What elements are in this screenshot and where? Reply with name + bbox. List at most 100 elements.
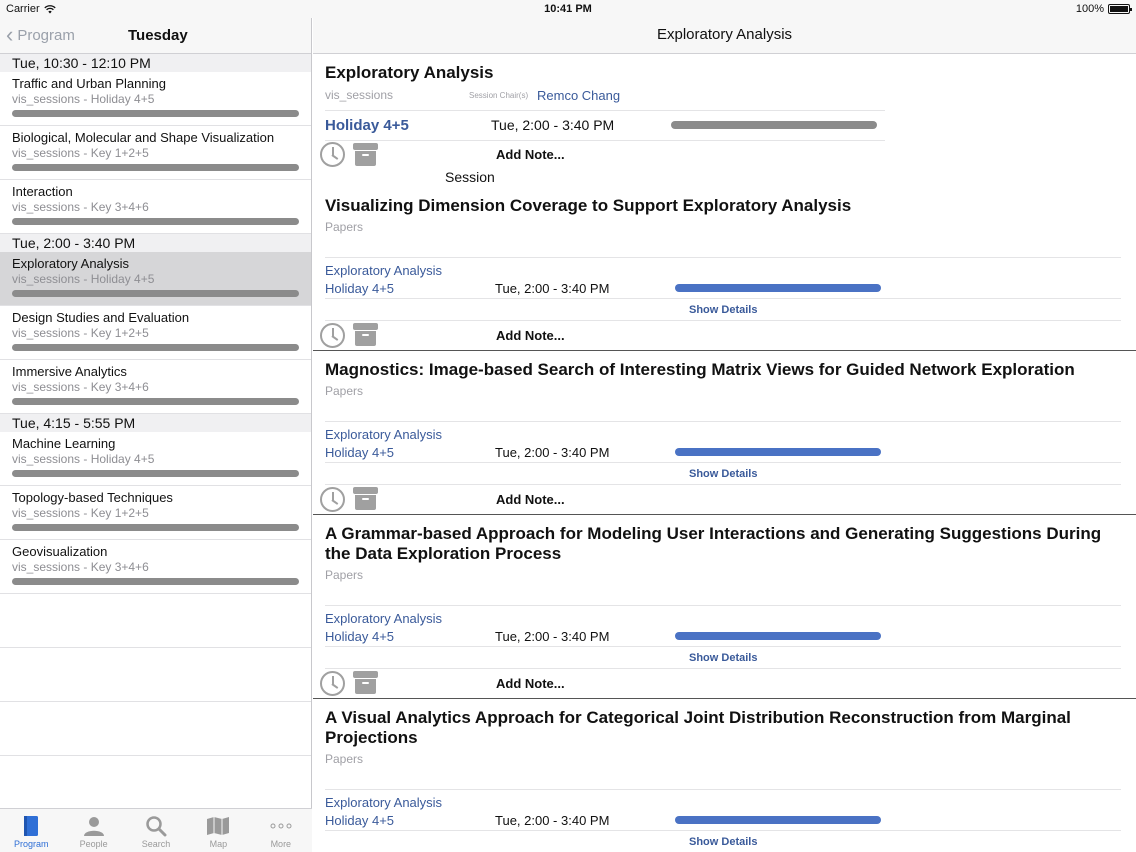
- divider: [325, 257, 1121, 258]
- paper-type: Papers: [325, 752, 364, 766]
- add-note-button[interactable]: Add Note...: [496, 676, 565, 691]
- left-nav-bar: ‹ Program Tuesday: [0, 18, 311, 54]
- session-row-selected[interactable]: Exploratory Analysis vis_sessions - Holi…: [0, 252, 311, 306]
- session-row[interactable]: Topology-based Techniques vis_sessions -…: [0, 486, 311, 540]
- session-subtitle: vis_sessions - Key 1+2+5: [12, 146, 149, 160]
- divider: [325, 140, 885, 141]
- session-subtitle: vis_sessions - Key 1+2+5: [12, 506, 149, 520]
- session-title: Machine Learning: [12, 436, 116, 451]
- session-room-link[interactable]: Holiday 4+5: [325, 117, 409, 134]
- paper-time: Tue, 2:00 - 3:40 PM: [495, 813, 610, 828]
- paper-title[interactable]: Magnostics: Image-based Search of Intere…: [325, 360, 1125, 380]
- session-title: Topology-based Techniques: [12, 490, 173, 505]
- left-nav-title: Tuesday: [128, 27, 188, 44]
- search-icon: [145, 813, 167, 839]
- paper-title[interactable]: A Visual Analytics Approach for Categori…: [325, 708, 1125, 748]
- paper-card: Magnostics: Image-based Search of Intere…: [313, 351, 1136, 515]
- paper-room-link[interactable]: Holiday 4+5: [325, 281, 394, 296]
- empty-row: [0, 702, 311, 756]
- paper-card: Visualizing Dimension Coverage to Suppor…: [313, 187, 1136, 351]
- session-row[interactable]: Traffic and Urban Planning vis_sessions …: [0, 72, 311, 126]
- add-note-button[interactable]: Add Note...: [496, 147, 565, 162]
- session-title: Interaction: [12, 184, 73, 199]
- paper-progress-bar: [675, 632, 881, 640]
- clock-icon[interactable]: [320, 323, 345, 348]
- tab-map[interactable]: Map: [187, 809, 249, 852]
- session-progress-bar: [12, 524, 299, 531]
- paper-session-link[interactable]: Exploratory Analysis: [325, 427, 442, 442]
- session-subtitle: vis_sessions - Key 1+2+5: [12, 326, 149, 340]
- divider: [325, 421, 1121, 422]
- battery-icon: [1108, 4, 1132, 14]
- paper-card: A Grammar-based Approach for Modeling Us…: [313, 515, 1136, 699]
- clock: 10:41 PM: [544, 3, 592, 15]
- session-title: Biological, Molecular and Shape Visualiz…: [12, 130, 275, 145]
- divider: [325, 668, 1121, 669]
- divider: [325, 110, 885, 111]
- battery-percent: 100%: [1075, 3, 1104, 15]
- empty-row: [0, 648, 311, 702]
- back-label: Program: [17, 26, 75, 44]
- clock-icon[interactable]: [320, 487, 345, 512]
- paper-card: A Visual Analytics Approach for Categori…: [313, 699, 1136, 852]
- session-row[interactable]: Machine Learning vis_sessions - Holiday …: [0, 432, 311, 486]
- paper-session-link[interactable]: Exploratory Analysis: [325, 611, 442, 626]
- divider: [325, 605, 1121, 606]
- paper-type: Papers: [325, 384, 364, 398]
- show-details-button[interactable]: Show Details: [689, 652, 757, 664]
- archive-icon[interactable]: [353, 671, 378, 694]
- archive-icon[interactable]: [353, 143, 378, 166]
- paper-room-link[interactable]: Holiday 4+5: [325, 813, 394, 828]
- tab-label: Program: [13, 839, 49, 849]
- session-row[interactable]: Immersive Analytics vis_sessions - Key 3…: [0, 360, 311, 414]
- more-icon: [270, 813, 292, 839]
- add-note-button[interactable]: Add Note...: [496, 492, 565, 507]
- session-row[interactable]: Interaction vis_sessions - Key 3+4+6: [0, 180, 311, 234]
- session-header-title: Exploratory Analysis: [325, 63, 494, 82]
- archive-icon[interactable]: [353, 487, 378, 510]
- paper-session-link[interactable]: Exploratory Analysis: [325, 795, 442, 810]
- clock-icon[interactable]: [320, 142, 345, 167]
- divider: [325, 646, 1121, 647]
- paper-time: Tue, 2:00 - 3:40 PM: [495, 281, 610, 296]
- tab-people[interactable]: People: [62, 809, 124, 852]
- paper-progress-bar: [675, 448, 881, 456]
- paper-title[interactable]: Visualizing Dimension Coverage to Suppor…: [325, 196, 1125, 216]
- paper-title[interactable]: A Grammar-based Approach for Modeling Us…: [325, 524, 1125, 564]
- paper-session-link[interactable]: Exploratory Analysis: [325, 263, 442, 278]
- session-chair-link[interactable]: Remco Chang: [537, 88, 620, 103]
- tab-more[interactable]: More: [250, 809, 312, 852]
- paper-progress-bar: [675, 816, 881, 824]
- tab-program[interactable]: Program: [0, 809, 62, 852]
- person-icon: [83, 813, 105, 839]
- back-button[interactable]: ‹ Program: [6, 22, 75, 47]
- clock-icon[interactable]: [320, 671, 345, 696]
- session-row[interactable]: Biological, Molecular and Shape Visualiz…: [0, 126, 311, 180]
- session-row[interactable]: Geovisualization vis_sessions - Key 3+4+…: [0, 540, 311, 594]
- session-row[interactable]: Design Studies and Evaluation vis_sessio…: [0, 306, 311, 360]
- session-title: Traffic and Urban Planning: [12, 76, 166, 91]
- session-progress-bar: [12, 470, 299, 477]
- section-label-row: Session: [313, 168, 1136, 187]
- time-slot-header: Tue, 10:30 - 12:10 PM: [0, 54, 311, 72]
- time-slot-header: Tue, 2:00 - 3:40 PM: [0, 234, 311, 252]
- session-progress-bar: [12, 398, 299, 405]
- empty-row: [0, 594, 311, 648]
- chevron-left-icon: ‹: [6, 22, 14, 47]
- add-note-button[interactable]: Add Note...: [496, 328, 565, 343]
- tab-search[interactable]: Search: [125, 809, 187, 852]
- session-subtitle: vis_sessions - Holiday 4+5: [12, 452, 155, 466]
- paper-room-link[interactable]: Holiday 4+5: [325, 445, 394, 460]
- session-progress-bar: [12, 218, 299, 225]
- divider: [325, 830, 1121, 831]
- paper-time: Tue, 2:00 - 3:40 PM: [495, 629, 610, 644]
- paper-progress-bar: [675, 284, 881, 292]
- show-details-button[interactable]: Show Details: [689, 468, 757, 480]
- divider: [325, 789, 1121, 790]
- session-subtitle: vis_sessions - Key 3+4+6: [12, 200, 149, 214]
- show-details-button[interactable]: Show Details: [689, 836, 757, 848]
- paper-room-link[interactable]: Holiday 4+5: [325, 629, 394, 644]
- show-details-button[interactable]: Show Details: [689, 304, 757, 316]
- archive-icon[interactable]: [353, 323, 378, 346]
- divider: [325, 320, 1121, 321]
